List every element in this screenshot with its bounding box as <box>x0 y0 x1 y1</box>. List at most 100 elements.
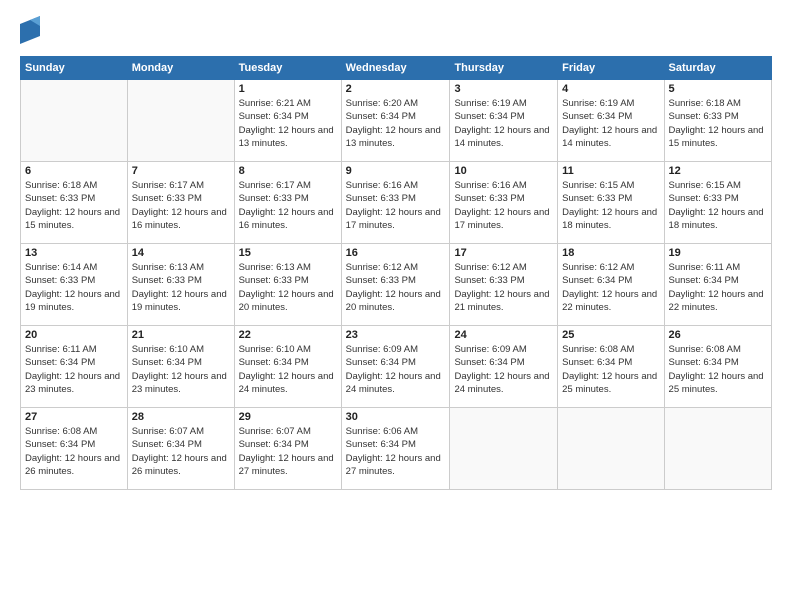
day-detail: Sunrise: 6:10 AMSunset: 6:34 PMDaylight:… <box>132 343 230 396</box>
weekday-header: Saturday <box>664 57 771 80</box>
day-detail: Sunrise: 6:07 AMSunset: 6:34 PMDaylight:… <box>132 425 230 478</box>
day-detail: Sunrise: 6:10 AMSunset: 6:34 PMDaylight:… <box>239 343 337 396</box>
day-detail: Sunrise: 6:11 AMSunset: 6:34 PMDaylight:… <box>25 343 123 396</box>
day-number: 28 <box>132 411 230 423</box>
day-detail: Sunrise: 6:18 AMSunset: 6:33 PMDaylight:… <box>25 179 123 232</box>
day-number: 15 <box>239 247 337 259</box>
calendar-cell: 17 Sunrise: 6:12 AMSunset: 6:33 PMDayligh… <box>450 244 558 326</box>
calendar-week-row: 20 Sunrise: 6:11 AMSunset: 6:34 PMDayligh… <box>21 326 772 408</box>
calendar-cell <box>450 408 558 490</box>
day-detail: Sunrise: 6:12 AMSunset: 6:34 PMDaylight:… <box>562 261 659 314</box>
calendar-cell: 22 Sunrise: 6:10 AMSunset: 6:34 PMDayligh… <box>234 326 341 408</box>
day-detail: Sunrise: 6:16 AMSunset: 6:33 PMDaylight:… <box>346 179 446 232</box>
day-number: 17 <box>454 247 553 259</box>
calendar-cell: 25 Sunrise: 6:08 AMSunset: 6:34 PMDayligh… <box>558 326 664 408</box>
calendar-week-row: 6 Sunrise: 6:18 AMSunset: 6:33 PMDaylight… <box>21 162 772 244</box>
header <box>20 16 772 44</box>
day-number: 6 <box>25 165 123 177</box>
day-detail: Sunrise: 6:12 AMSunset: 6:33 PMDaylight:… <box>346 261 446 314</box>
calendar-cell: 14 Sunrise: 6:13 AMSunset: 6:33 PMDayligh… <box>127 244 234 326</box>
calendar-cell: 6 Sunrise: 6:18 AMSunset: 6:33 PMDaylight… <box>21 162 128 244</box>
calendar-cell: 11 Sunrise: 6:15 AMSunset: 6:33 PMDayligh… <box>558 162 664 244</box>
calendar-cell: 27Sunrise: 6:08 AMSunset: 6:34 PMDayligh… <box>21 408 128 490</box>
weekday-header: Friday <box>558 57 664 80</box>
day-number: 29 <box>239 411 337 423</box>
calendar-cell: 2Sunrise: 6:20 AMSunset: 6:34 PMDaylight… <box>341 80 450 162</box>
day-detail: Sunrise: 6:17 AMSunset: 6:33 PMDaylight:… <box>132 179 230 232</box>
day-detail: Sunrise: 6:09 AMSunset: 6:34 PMDaylight:… <box>454 343 553 396</box>
calendar-cell: 23 Sunrise: 6:09 AMSunset: 6:34 PMDayligh… <box>341 326 450 408</box>
day-number: 4 <box>562 83 659 95</box>
weekday-header: Sunday <box>21 57 128 80</box>
day-detail: Sunrise: 6:07 AMSunset: 6:34 PMDaylight:… <box>239 425 337 478</box>
calendar-cell: 20 Sunrise: 6:11 AMSunset: 6:34 PMDayligh… <box>21 326 128 408</box>
day-number: 21 <box>132 329 230 341</box>
day-number: 2 <box>346 83 446 95</box>
day-detail: Sunrise: 6:11 AMSunset: 6:34 PMDaylight:… <box>669 261 767 314</box>
day-number: 30 <box>346 411 446 423</box>
weekday-header-row: SundayMondayTuesdayWednesdayThursdayFrid… <box>21 57 772 80</box>
calendar-cell: 3 Sunrise: 6:19 AMSunset: 6:34 PMDaylight… <box>450 80 558 162</box>
day-detail: Sunrise: 6:15 AMSunset: 6:33 PMDaylight:… <box>669 179 767 232</box>
day-number: 19 <box>669 247 767 259</box>
day-number: 22 <box>239 329 337 341</box>
page: SundayMondayTuesdayWednesdayThursdayFrid… <box>0 0 792 612</box>
weekday-header: Monday <box>127 57 234 80</box>
day-detail: Sunrise: 6:16 AMSunset: 6:33 PMDaylight:… <box>454 179 553 232</box>
day-number: 3 <box>454 83 553 95</box>
calendar-cell: 24 Sunrise: 6:09 AMSunset: 6:34 PMDayligh… <box>450 326 558 408</box>
calendar: SundayMondayTuesdayWednesdayThursdayFrid… <box>20 56 772 490</box>
day-number: 18 <box>562 247 659 259</box>
day-number: 14 <box>132 247 230 259</box>
weekday-header: Wednesday <box>341 57 450 80</box>
calendar-cell: 5 Sunrise: 6:18 AMSunset: 6:33 PMDaylight… <box>664 80 771 162</box>
day-detail: Sunrise: 6:09 AMSunset: 6:34 PMDaylight:… <box>346 343 446 396</box>
day-detail: Sunrise: 6:19 AMSunset: 6:34 PMDaylight:… <box>454 97 553 150</box>
calendar-cell: 26 Sunrise: 6:08 AMSunset: 6:34 PMDayligh… <box>664 326 771 408</box>
day-number: 23 <box>346 329 446 341</box>
calendar-cell: 15 Sunrise: 6:13 AMSunset: 6:33 PMDayligh… <box>234 244 341 326</box>
calendar-cell: 28 Sunrise: 6:07 AMSunset: 6:34 PMDayligh… <box>127 408 234 490</box>
day-detail: Sunrise: 6:18 AMSunset: 6:33 PMDaylight:… <box>669 97 767 150</box>
day-number: 11 <box>562 165 659 177</box>
day-number: 16 <box>346 247 446 259</box>
day-detail: Sunrise: 6:13 AMSunset: 6:33 PMDaylight:… <box>132 261 230 314</box>
day-number: 1 <box>239 83 337 95</box>
calendar-cell: 16 Sunrise: 6:12 AMSunset: 6:33 PMDayligh… <box>341 244 450 326</box>
day-number: 8 <box>239 165 337 177</box>
day-number: 12 <box>669 165 767 177</box>
calendar-cell <box>664 408 771 490</box>
calendar-week-row: 27Sunrise: 6:08 AMSunset: 6:34 PMDayligh… <box>21 408 772 490</box>
day-detail: Sunrise: 6:08 AMSunset: 6:34 PMDaylight:… <box>562 343 659 396</box>
day-number: 25 <box>562 329 659 341</box>
weekday-header: Thursday <box>450 57 558 80</box>
day-detail: Sunrise: 6:15 AMSunset: 6:33 PMDaylight:… <box>562 179 659 232</box>
day-number: 13 <box>25 247 123 259</box>
calendar-cell: 10Sunrise: 6:16 AMSunset: 6:33 PMDayligh… <box>450 162 558 244</box>
day-number: 20 <box>25 329 123 341</box>
day-detail: Sunrise: 6:13 AMSunset: 6:33 PMDaylight:… <box>239 261 337 314</box>
day-number: 5 <box>669 83 767 95</box>
calendar-cell: 19 Sunrise: 6:11 AMSunset: 6:34 PMDayligh… <box>664 244 771 326</box>
calendar-cell <box>558 408 664 490</box>
day-detail: Sunrise: 6:14 AMSunset: 6:33 PMDaylight:… <box>25 261 123 314</box>
day-detail: Sunrise: 6:06 AMSunset: 6:34 PMDaylight:… <box>346 425 446 478</box>
logo <box>20 16 42 44</box>
day-detail: Sunrise: 6:12 AMSunset: 6:33 PMDaylight:… <box>454 261 553 314</box>
day-detail: Sunrise: 6:08 AMSunset: 6:34 PMDaylight:… <box>669 343 767 396</box>
calendar-cell <box>21 80 128 162</box>
day-detail: Sunrise: 6:17 AMSunset: 6:33 PMDaylight:… <box>239 179 337 232</box>
calendar-cell: 21 Sunrise: 6:10 AMSunset: 6:34 PMDayligh… <box>127 326 234 408</box>
logo-icon <box>20 16 40 44</box>
calendar-cell: 4 Sunrise: 6:19 AMSunset: 6:34 PMDaylight… <box>558 80 664 162</box>
weekday-header: Tuesday <box>234 57 341 80</box>
day-detail: Sunrise: 6:08 AMSunset: 6:34 PMDaylight:… <box>25 425 123 478</box>
calendar-cell: 30 Sunrise: 6:06 AMSunset: 6:34 PMDayligh… <box>341 408 450 490</box>
calendar-cell: 8 Sunrise: 6:17 AMSunset: 6:33 PMDaylight… <box>234 162 341 244</box>
day-number: 24 <box>454 329 553 341</box>
calendar-cell: 7Sunrise: 6:17 AMSunset: 6:33 PMDaylight… <box>127 162 234 244</box>
calendar-week-row: 1Sunrise: 6:21 AMSunset: 6:34 PMDaylight… <box>21 80 772 162</box>
calendar-cell <box>127 80 234 162</box>
day-detail: Sunrise: 6:19 AMSunset: 6:34 PMDaylight:… <box>562 97 659 150</box>
day-number: 26 <box>669 329 767 341</box>
